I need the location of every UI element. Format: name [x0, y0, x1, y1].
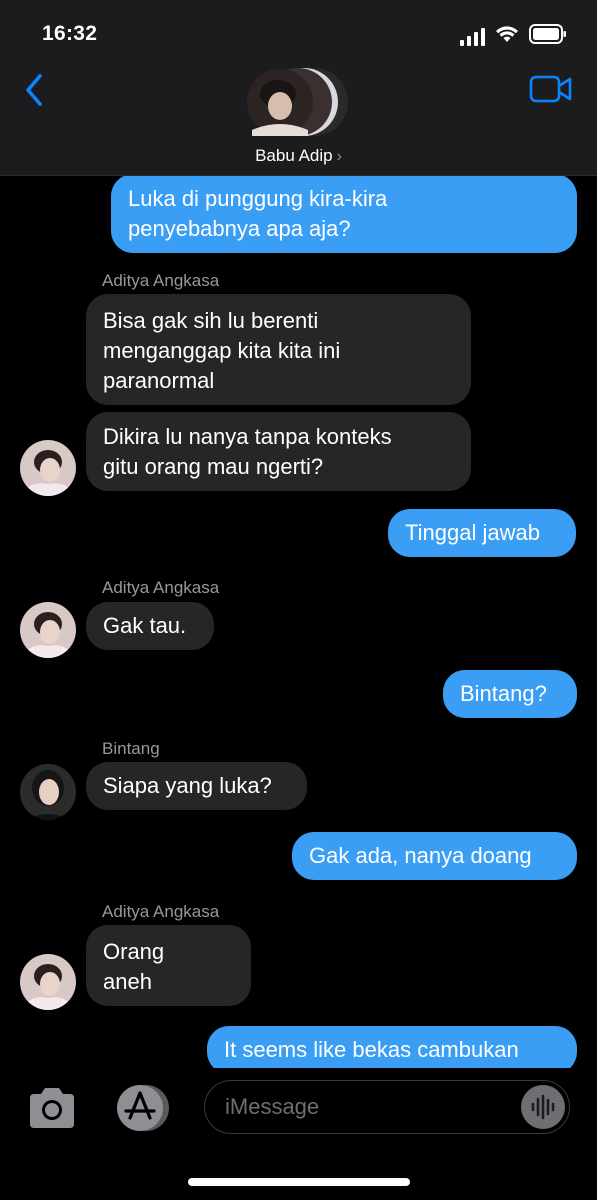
- message-line: Bisa gak sih lu berenti: [103, 308, 319, 333]
- battery-icon: [529, 24, 567, 49]
- message-line: Tinggal jawab: [405, 520, 540, 545]
- video-call-button[interactable]: [529, 74, 573, 104]
- message-bubble-incoming[interactable]: Gak tau.: [86, 602, 214, 650]
- avatar-aditya[interactable]: [20, 440, 76, 496]
- status-icons: [460, 24, 567, 49]
- sender-name: Aditya Angkasa: [102, 902, 220, 921]
- camera-button[interactable]: [26, 1086, 78, 1130]
- message-bubble-incoming[interactable]: Orang aneh: [86, 925, 251, 1006]
- sender-name: Aditya Angkasa: [102, 271, 220, 290]
- status-time: 16:32: [42, 22, 98, 45]
- message-line: Dikira lu nanya tanpa konteks: [103, 424, 392, 449]
- message-thread[interactable]: Luka di punggung kira-kira penyebabnya a…: [0, 176, 597, 1068]
- message-line: It seems like bekas cambukan: [224, 1037, 519, 1062]
- status-bar: 16:32: [0, 0, 597, 60]
- message-line: Siapa yang luka?: [103, 773, 272, 798]
- message-line: menganggap kita kita ini: [103, 338, 341, 363]
- home-indicator[interactable]: [188, 1178, 410, 1186]
- video-camera-icon: [529, 75, 573, 108]
- audio-waveform-icon: [521, 1094, 565, 1133]
- message-bubble-outgoing[interactable]: Gak ada, nanya doang: [292, 832, 577, 880]
- avatar-bintang[interactable]: [20, 764, 76, 820]
- wifi-icon: [495, 25, 519, 48]
- message-bubble-outgoing[interactable]: It seems like bekas cambukan: [207, 1026, 577, 1068]
- message-line: penyebabnya apa aja?: [128, 216, 351, 241]
- message-line: Gak ada, nanya doang: [309, 843, 532, 868]
- group-avatar[interactable]: [246, 68, 350, 138]
- message-line: Orang: [103, 939, 165, 964]
- contact-name-button[interactable]: Babu Adip ›: [0, 146, 597, 166]
- conversation-header: 16:32 Babu Adip ›: [0, 0, 597, 176]
- message-bubble-incoming[interactable]: Dikira lu nanya tanpa konteks gitu orang…: [86, 412, 471, 491]
- message-bubble-outgoing[interactable]: Bintang?: [443, 670, 577, 718]
- audio-message-button[interactable]: [521, 1085, 565, 1129]
- contact-name: Babu Adip: [255, 146, 333, 165]
- avatar-aditya[interactable]: [20, 954, 76, 1010]
- message-line: Gak tau.: [103, 613, 187, 638]
- imessage-placeholder: iMessage: [225, 1094, 320, 1119]
- chevron-right-icon: ›: [336, 148, 342, 165]
- back-button[interactable]: [20, 70, 50, 110]
- message-line: Luka di punggung kira-kira: [128, 186, 388, 211]
- back-chevron-icon: [20, 74, 50, 114]
- message-bubble-outgoing[interactable]: Tinggal jawab: [388, 509, 576, 557]
- imessage-input[interactable]: iMessage: [204, 1080, 570, 1134]
- sender-name: Bintang: [102, 739, 160, 758]
- message-line: Bintang?: [460, 681, 547, 706]
- avatar-aditya[interactable]: [20, 602, 76, 658]
- message-line: paranormal: [103, 368, 215, 393]
- compose-bar: iMessage: [0, 1068, 597, 1200]
- app-store-button[interactable]: [112, 1084, 172, 1132]
- message-bubble-incoming[interactable]: Siapa yang luka?: [86, 762, 307, 810]
- message-line: gitu orang mau ngerti?: [103, 454, 324, 479]
- sender-name: Aditya Angkasa: [102, 578, 220, 597]
- app-store-icon: [112, 1085, 172, 1136]
- message-line: aneh: [103, 969, 152, 994]
- message-bubble-outgoing[interactable]: Luka di punggung kira-kira penyebabnya a…: [111, 176, 577, 253]
- message-bubble-incoming[interactable]: Bisa gak sih lu berenti menganggap kita …: [86, 294, 471, 405]
- camera-icon: [26, 1088, 78, 1134]
- signal-icon: [460, 27, 485, 46]
